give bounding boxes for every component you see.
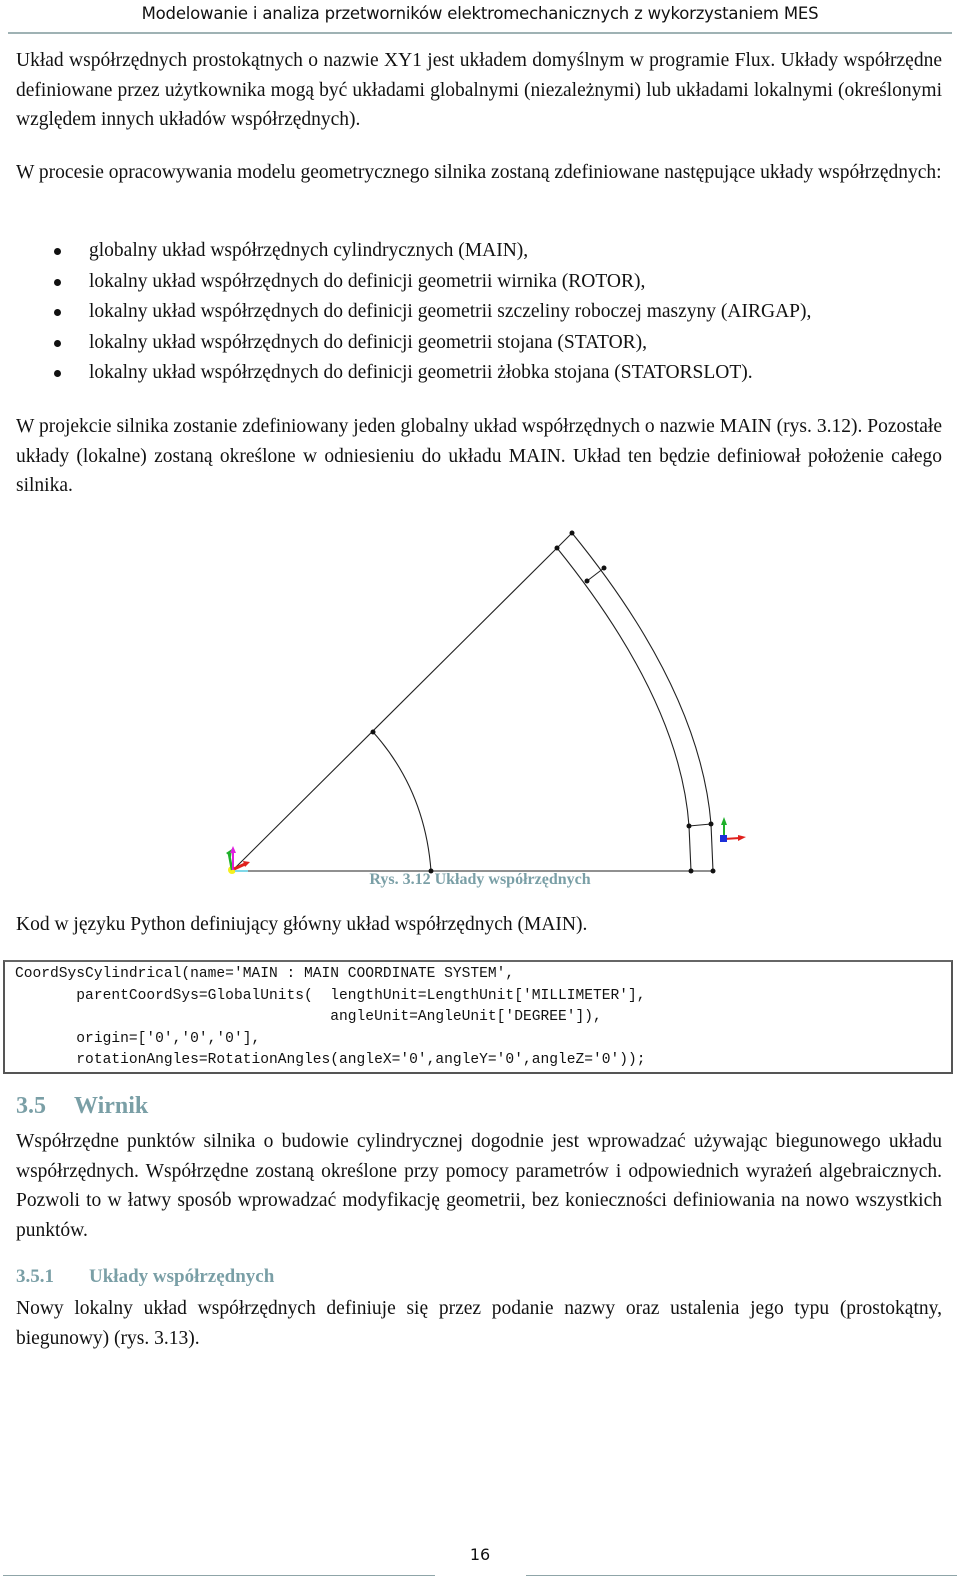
footer-rule-left [3, 1575, 435, 1576]
bullet-icon [54, 248, 61, 255]
vertex-point [569, 530, 575, 536]
footer-rule-right [526, 1575, 957, 1576]
bullet-icon [54, 370, 61, 377]
section-heading-3-5: 3.5 Wirnik [16, 1093, 148, 1120]
vertex-point [601, 565, 607, 571]
diagonal-edge-outer [556, 532, 573, 549]
slot-edge-top [586, 567, 605, 582]
figure-caption: Rys. 3.12 Układy współrzędnych [369, 871, 591, 888]
bullet-icon [54, 339, 61, 347]
paragraph-wirnik: Współrzędne punktów silnika o budowie cy… [16, 1131, 942, 1241]
page-number: 16 [469, 1545, 491, 1564]
vertex-point [554, 545, 560, 551]
list-item-text: lokalny układ współrzędnych do definicji… [89, 270, 646, 292]
paragraph-process: W procesie opracowywania modelu geometry… [16, 162, 942, 183]
figure-coordinate-systems [0, 500, 960, 880]
code-line: CoordSysCylindrical(name='MAIN : MAIN CO… [15, 966, 515, 982]
list-item-text: globalny układ współrzędnych cylindryczn… [89, 240, 529, 261]
list-item-text: lokalny układ współrzędnych do definicji… [89, 331, 648, 353]
paragraph-code-intro: Kod w języku Python definiujący główny u… [16, 914, 588, 935]
section-heading-3-5-1: 3.5.1 Układy współrzędnych [16, 1266, 274, 1288]
vertex-point [686, 823, 692, 829]
vertex-point [584, 578, 590, 584]
section-number: 3.5 [16, 1093, 46, 1119]
code-lines: CoordSysCylindrical(name='MAIN : MAIN CO… [5, 962, 951, 1072]
code-line: origin=['0','0','0'], [15, 1030, 261, 1047]
code-line: rotationAngles=RotationAngles(angleX='0'… [15, 1052, 646, 1068]
paragraph-intro: Układ współrzędnych prostokątnych o nazw… [16, 50, 942, 130]
header-rule [8, 32, 952, 34]
list-item: lokalny układ współrzędnych do definicji… [16, 267, 936, 298]
list-item: lokalny układ współrzędnych do definicji… [16, 358, 936, 389]
list-item-text: lokalny układ współrzędnych do definicji… [89, 362, 753, 383]
slot-edge-bottom [688, 823, 712, 827]
geometry-diagram [226, 530, 746, 874]
list-item: globalny układ współrzędnych cylindryczn… [16, 236, 936, 267]
stator-axes-icon [720, 817, 746, 842]
list-item: lokalny układ współrzędnych do definicji… [16, 297, 936, 328]
code-line: parentCoordSys=GlobalUnits( lengthUnit=L… [15, 987, 646, 1004]
bullet-icon [54, 278, 61, 286]
rotor-arc [372, 731, 432, 872]
stator-outer-arc [571, 532, 714, 872]
origin-axes-icon [226, 846, 250, 874]
diagonal-edge [231, 547, 558, 872]
vertex-point [708, 821, 714, 827]
paragraph-project: W projekcie silnika zostanie zdefiniowan… [16, 416, 942, 496]
coordinate-systems-list: globalny układ współrzędnych cylindryczn… [16, 236, 936, 389]
paragraph-uklady: Nowy lokalny układ współrzędnych definiu… [16, 1298, 942, 1349]
running-header: Modelowanie i analiza przetworników elek… [141, 4, 819, 23]
vertex-point [370, 729, 376, 735]
section-title: Wirnik [74, 1093, 149, 1119]
section-title: Układy współrzędnych [89, 1266, 275, 1287]
code-block: CoordSysCylindrical(name='MAIN : MAIN CO… [3, 960, 953, 1074]
bullet-icon [54, 309, 61, 316]
list-item: lokalny układ współrzędnych do definicji… [16, 328, 936, 359]
code-line: angleUnit=AngleUnit['DEGREE']), [15, 1009, 602, 1025]
list-item-text: lokalny układ współrzędnych do definicji… [89, 301, 812, 322]
section-number: 3.5.1 [16, 1266, 54, 1287]
stator-inner-arc [556, 547, 692, 872]
